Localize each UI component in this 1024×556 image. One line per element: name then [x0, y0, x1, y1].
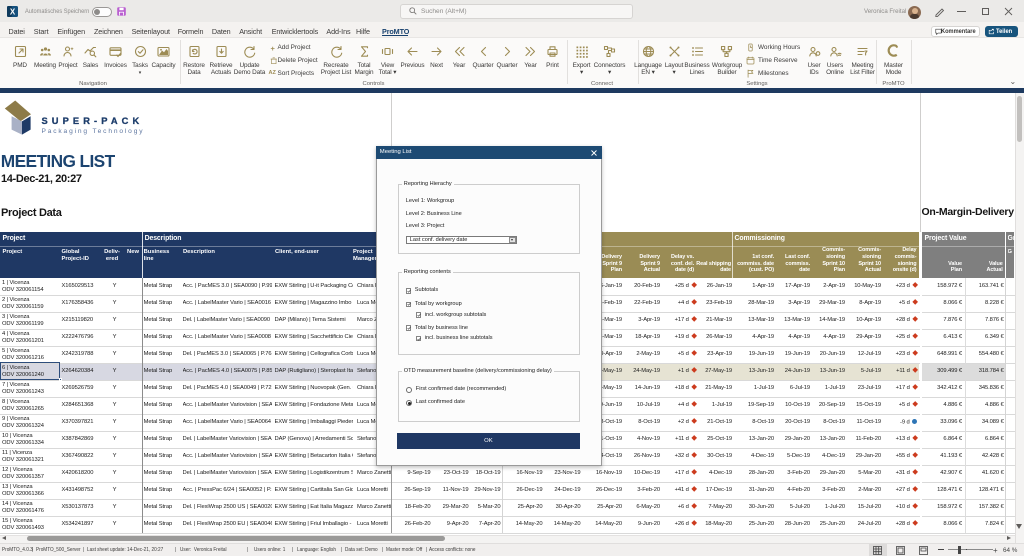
- svg-text:X: X: [10, 8, 16, 17]
